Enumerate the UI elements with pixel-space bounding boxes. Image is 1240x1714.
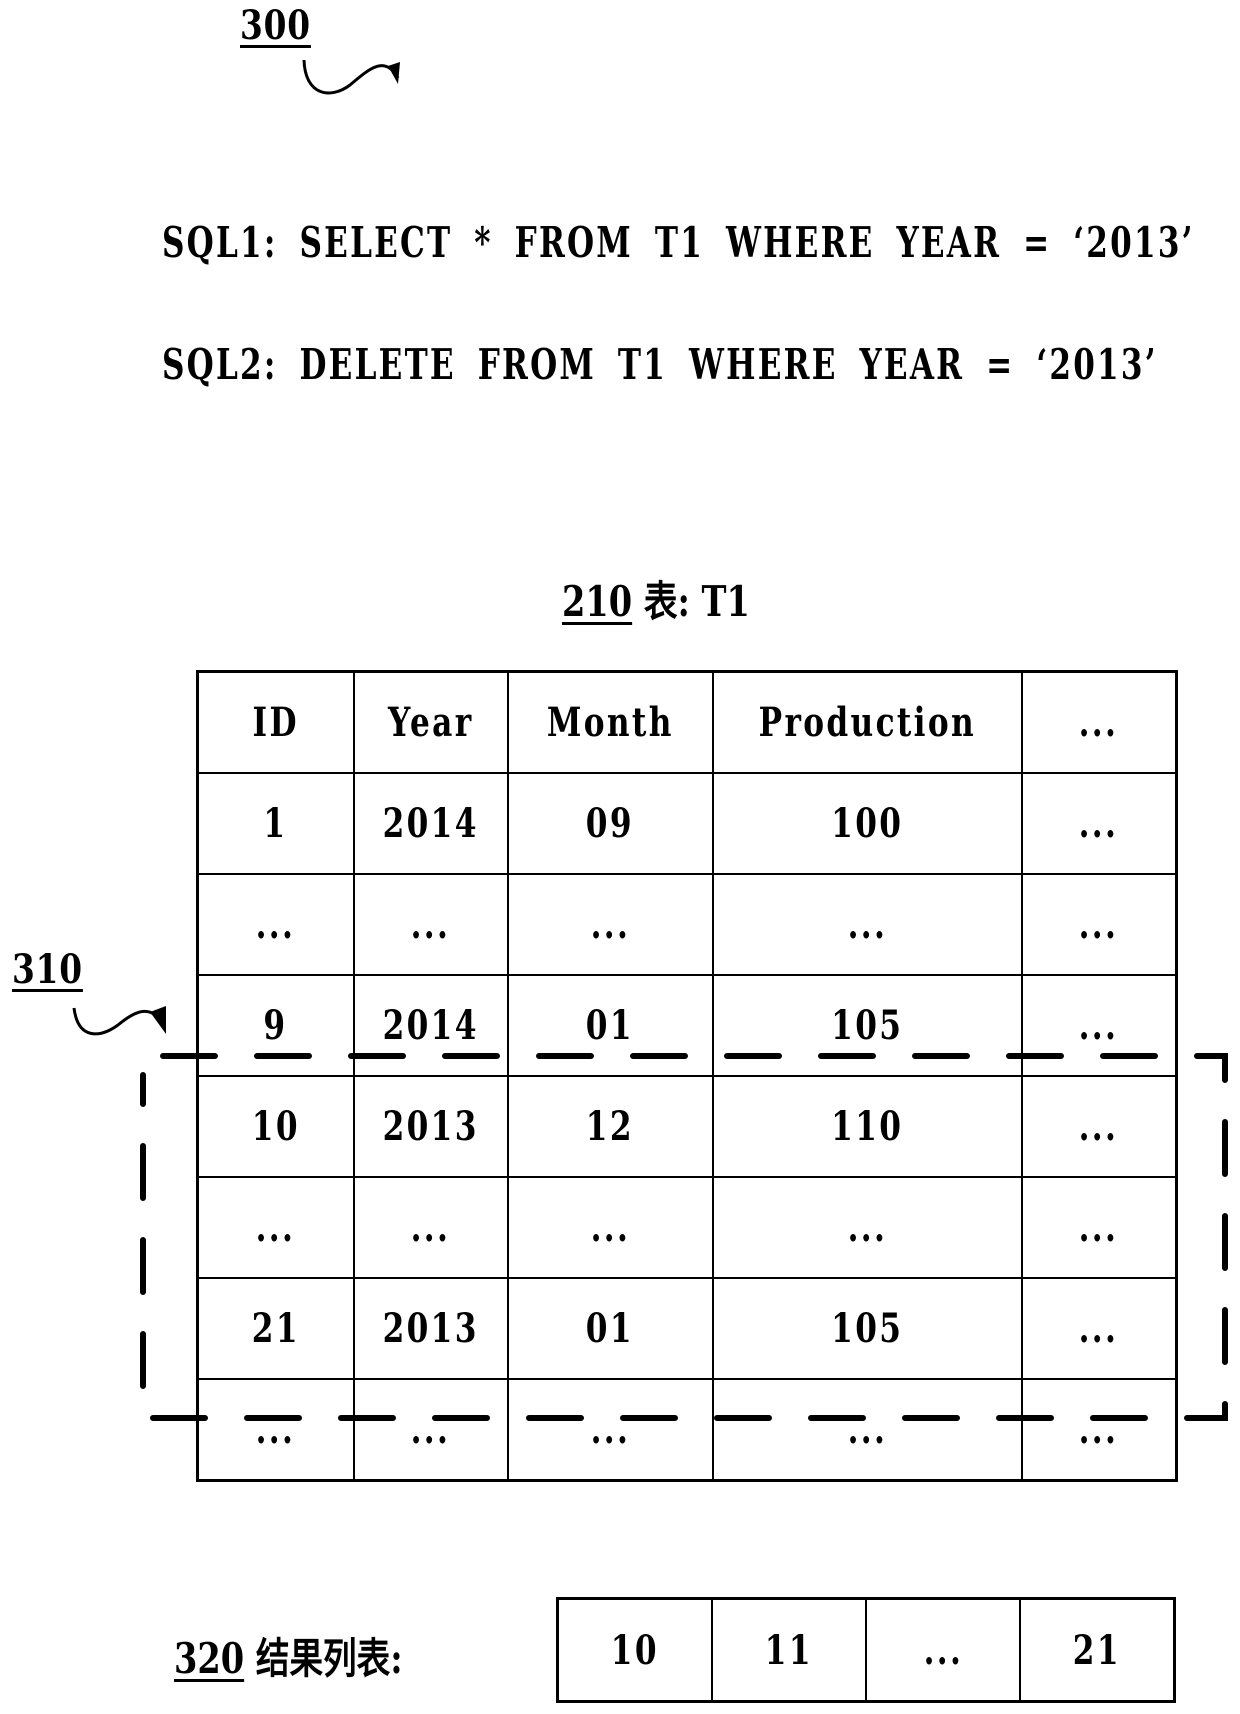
selection-ref-label: 310 [12,946,83,993]
cell-id: ... [196,873,355,976]
table-row: ............... [196,1176,1178,1279]
table-name: 表: T1 [643,577,750,626]
cell-year: 2013 [352,1075,509,1178]
cell-production: 105 [711,1277,1023,1380]
result-list: 10 11 ... 21 [556,1597,1176,1703]
result-item: ... [864,1597,1022,1703]
table-title: 210 表: T1 [562,568,750,629]
selection-ref-arrow-icon [72,1006,166,1036]
cell-year: 2013 [352,1277,509,1380]
result-item: 11 [710,1597,868,1703]
sql-query-2: SQL2: DELETE FROM T1 WHERE YEAR = ‘2013’ [162,340,1158,389]
cell-year: 2014 [352,772,509,875]
table-ref-label: 210 [562,577,633,626]
result-list-ref-label: 320 [174,1634,245,1683]
figure-ref-label: 300 [240,2,311,49]
cell-more: ... [1020,1277,1178,1380]
sql-query-2-label: SQL2: [162,340,278,389]
result-list-title: 320 结果列表: [174,1625,403,1686]
cell-more: ... [1020,772,1178,875]
table-row: ............... [196,873,1178,976]
cell-year: ... [352,1176,509,1279]
sql-query-1-text: SELECT * FROM T1 WHERE YEAR = ‘2013’ [299,218,1195,267]
result-item: 21 [1019,1597,1176,1703]
cell-month: ... [506,873,714,976]
sql-query-1: SQL1: SELECT * FROM T1 WHERE YEAR = ‘201… [162,218,1195,267]
cell-id: 9 [196,974,355,1077]
cell-year: 2014 [352,974,509,1077]
cell-more: ... [1020,1378,1178,1482]
table-row: 9 2014 01 105... [196,974,1178,1077]
column-header-more: ... [1020,670,1178,774]
figure-ref-arrow-icon [302,59,400,95]
table-row: ............... [196,1378,1178,1482]
cell-more: ... [1020,974,1178,1077]
cell-id: ... [196,1378,355,1482]
column-header-month: Month [506,670,714,774]
cell-production: 110 [711,1075,1023,1178]
cell-production: ... [711,1176,1023,1279]
sql-query-2-text: DELETE FROM T1 WHERE YEAR = ‘2013’ [299,340,1158,389]
cell-month: 01 [506,974,714,1077]
cell-year: ... [352,1378,509,1482]
result-item: 10 [556,1597,713,1703]
cell-id: ... [196,1176,355,1279]
cell-id: 21 [196,1277,355,1380]
cell-production: ... [711,873,1023,976]
table-row: 10 2013 12 110... [196,1075,1178,1178]
cell-more: ... [1020,1176,1178,1279]
cell-month: ... [506,1378,714,1482]
table-row: 1 2014 09 100... [196,772,1178,875]
data-table-t1: ID Year Month Production ... 1 2014 09 100.… [196,670,1178,1482]
cell-production: 105 [711,974,1023,1077]
table-row: 21 2013 01 105... [196,1277,1178,1380]
cell-year: ... [352,873,509,976]
cell-id: 1 [196,772,355,875]
cell-id: 10 [196,1075,355,1178]
column-header-id: ID [196,670,355,774]
table-header-row: ID Year Month Production ... [196,670,1178,774]
cell-month: 01 [506,1277,714,1380]
column-header-year: Year [352,670,509,774]
result-list-name: 结果列表: [255,1634,403,1683]
result-list-row: 10 11 ... 21 [556,1597,1176,1703]
sql-query-1-label: SQL1: [162,218,278,267]
cell-more: ... [1020,1075,1178,1178]
cell-month: 12 [506,1075,714,1178]
cell-production: ... [711,1378,1023,1482]
column-header-production: Production [711,670,1023,774]
cell-production: 100 [711,772,1023,875]
cell-more: ... [1020,873,1178,976]
cell-month: ... [506,1176,714,1279]
cell-month: 09 [506,772,714,875]
